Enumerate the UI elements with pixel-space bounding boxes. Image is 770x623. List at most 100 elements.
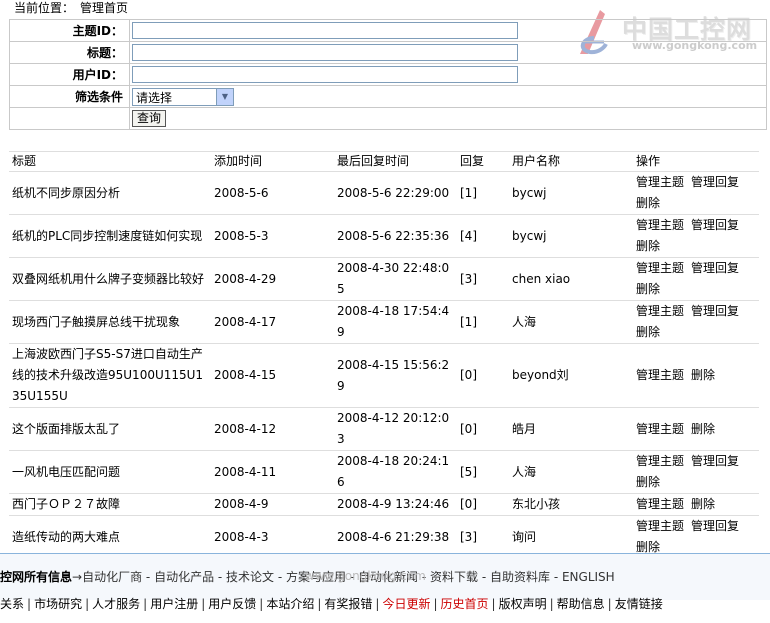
- nav-separator: -: [214, 570, 227, 584]
- query-button[interactable]: 查询: [132, 110, 167, 127]
- user-id-input[interactable]: [132, 66, 518, 83]
- row-reply-count: [1]: [457, 300, 509, 344]
- nav-separator: -: [274, 570, 287, 584]
- delete-link[interactable]: 删除: [691, 368, 715, 382]
- row-actions: 管理主题 管理回复删除: [633, 171, 759, 215]
- filter-select[interactable]: 请选择 ▼: [132, 87, 234, 106]
- row-title: 纸机不同步原因分析: [9, 171, 211, 215]
- link-separator: |: [607, 597, 612, 611]
- row-title: 上海波欧西门子S5-S7进口自动生产线的技术升级改造95U100U115U135…: [9, 343, 211, 408]
- footer-nav-item[interactable]: 资料下载: [430, 570, 478, 584]
- row-reply-count: [3]: [457, 257, 509, 301]
- manage-topic-link[interactable]: 管理主题: [636, 175, 684, 189]
- chevron-down-icon[interactable]: ▼: [216, 88, 233, 105]
- row-title: 这个版面排版太乱了: [9, 407, 211, 451]
- manage-reply-link[interactable]: 管理回复: [691, 261, 739, 275]
- manage-reply-link[interactable]: 管理回复: [691, 304, 739, 318]
- manage-topic-link[interactable]: 管理主题: [636, 519, 684, 533]
- row-last-reply: 2008-4-30 22:48:05: [334, 257, 457, 301]
- delete-link[interactable]: 删除: [691, 422, 715, 436]
- row-reply-count: [0]: [457, 343, 509, 408]
- breadcrumb: 当前位置： 管理首页: [14, 1, 134, 15]
- nav-separator: -: [478, 570, 490, 584]
- footer-link[interactable]: 今日更新: [382, 597, 430, 611]
- filter-label: 筛选条件: [9, 85, 130, 108]
- manage-topic-link[interactable]: 管理主题: [636, 497, 684, 511]
- footer-link[interactable]: 用户反馈: [208, 597, 256, 611]
- row-user: chen xiao: [509, 257, 633, 301]
- footer-link[interactable]: 帮助信息: [557, 597, 605, 611]
- footer-link[interactable]: 人才服务: [92, 597, 140, 611]
- delete-link[interactable]: 删除: [636, 540, 660, 554]
- footer-link[interactable]: 版权声明: [499, 597, 547, 611]
- row-last-reply: 2008-4-12 20:12:03: [334, 407, 457, 451]
- filter-select-value: 请选择: [136, 90, 173, 105]
- footer-link[interactable]: 用户注册: [150, 597, 198, 611]
- delete-link[interactable]: 删除: [636, 239, 660, 253]
- manage-reply-link[interactable]: 管理回复: [691, 454, 739, 468]
- row-title: 一风机电压匹配问题: [9, 450, 211, 494]
- watermark: www.gongkong.com: [305, 569, 426, 583]
- link-separator: |: [201, 597, 206, 611]
- footer-nav-item[interactable]: 自动化产品: [154, 570, 214, 584]
- header-title: 标题: [9, 151, 211, 172]
- row-added-date: 2008-4-17: [211, 300, 334, 344]
- delete-link[interactable]: 删除: [636, 196, 660, 210]
- row-user: 东北小孩: [509, 493, 633, 516]
- footer-link[interactable]: 友情链接: [615, 597, 663, 611]
- row-last-reply: 2008-4-15 15:56:29: [334, 343, 457, 408]
- table-header-row: 标题 添加时间 最后回复时间 回复 用户名称 操作: [9, 151, 759, 172]
- delete-link[interactable]: 删除: [636, 325, 660, 339]
- header-actions: 操作: [633, 151, 759, 172]
- row-actions: 管理主题 删除: [633, 407, 759, 451]
- footer-link[interactable]: 本站介绍: [266, 597, 314, 611]
- delete-link[interactable]: 删除: [636, 282, 660, 296]
- manage-reply-link[interactable]: 管理回复: [691, 519, 739, 533]
- row-reply-count: [0]: [457, 407, 509, 451]
- manage-topic-link[interactable]: 管理主题: [636, 218, 684, 232]
- manage-reply-link[interactable]: 管理回复: [691, 175, 739, 189]
- table-row: 双叠网纸机用什么牌子变频器比较好 2008-4-29 2008-4-30 22:48…: [9, 257, 759, 301]
- link-separator: |: [549, 597, 554, 611]
- manage-reply-link[interactable]: 管理回复: [691, 218, 739, 232]
- footer-link[interactable]: 市场研究: [34, 597, 82, 611]
- row-added-date: 2008-4-9: [211, 493, 334, 516]
- link-separator: |: [433, 597, 438, 611]
- breadcrumb-current: 管理首页: [80, 1, 129, 15]
- row-user: 人海: [509, 300, 633, 344]
- title-input[interactable]: [132, 44, 518, 61]
- query-row-spacer: [9, 107, 130, 130]
- delete-link[interactable]: 删除: [691, 497, 715, 511]
- manage-topic-link[interactable]: 管理主题: [636, 422, 684, 436]
- row-last-reply: 2008-5-6 22:29:00: [334, 171, 457, 215]
- footer-nav-bar: 控网所有信息→自动化厂商 - 自动化产品 - 技术论文 - 方案与应用 - 自动…: [0, 553, 770, 600]
- manage-topic-link[interactable]: 管理主题: [636, 454, 684, 468]
- footer-nav-item[interactable]: 技术论文: [226, 570, 274, 584]
- link-separator: |: [375, 597, 380, 611]
- footer-link[interactable]: 有奖报错: [324, 597, 372, 611]
- table-row: 纸机不同步原因分析 2008-5-6 2008-5-6 22:29:00 [1] byc…: [9, 171, 759, 215]
- topic-id-input[interactable]: [132, 22, 518, 39]
- footer-link[interactable]: 关系: [0, 597, 24, 611]
- row-user: bycwj: [509, 171, 633, 215]
- table-row: 纸机的PLC同步控制速度链如何实现 2008-5-3 2008-5-6 22:35:…: [9, 214, 759, 258]
- footer-link[interactable]: 历史首页: [441, 597, 489, 611]
- title-label: 标题：: [9, 41, 130, 64]
- manage-topic-link[interactable]: 管理主题: [636, 304, 684, 318]
- footer-nav-item[interactable]: 自动化厂商: [82, 570, 142, 584]
- footer-site-label: 控网所有信息: [0, 570, 73, 584]
- row-title: 现场西门子触摸屏总线干扰现象: [9, 300, 211, 344]
- row-last-reply: 2008-4-18 20:24:16: [334, 450, 457, 494]
- footer-nav-item[interactable]: 自助资料库: [490, 570, 550, 584]
- manage-topic-link[interactable]: 管理主题: [636, 368, 684, 382]
- delete-link[interactable]: 删除: [636, 475, 660, 489]
- footer-nav-item[interactable]: ENGLISH: [562, 570, 615, 584]
- row-last-reply: 2008-4-9 13:24:46: [334, 493, 457, 516]
- row-user: 皓月: [509, 407, 633, 451]
- header-replies: 回复: [457, 151, 509, 172]
- header-added: 添加时间: [211, 151, 334, 172]
- row-actions: 管理主题 管理回复删除: [633, 450, 759, 494]
- topic-table: 标题 添加时间 最后回复时间 回复 用户名称 操作 纸机不同步原因分析 2008-…: [9, 151, 759, 559]
- link-separator: |: [143, 597, 148, 611]
- manage-topic-link[interactable]: 管理主题: [636, 261, 684, 275]
